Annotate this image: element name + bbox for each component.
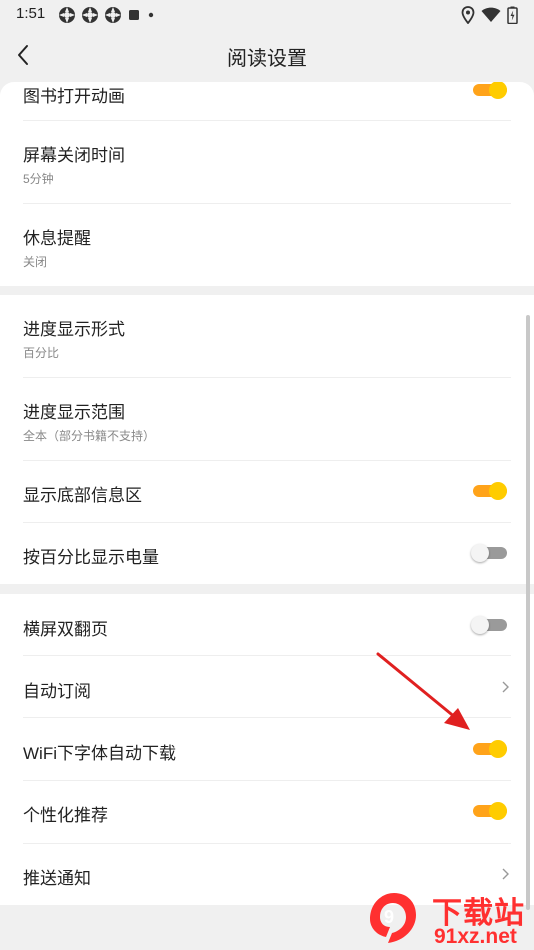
status-time: 1:51: [16, 5, 46, 22]
setting-title: 屏幕关闭时间: [23, 146, 125, 165]
toggle-knob: [489, 740, 507, 758]
page-title: 阅读设置: [227, 48, 307, 70]
setting-show-bottom-info[interactable]: 显示底部信息区: [0, 461, 534, 522]
settings-group-other: 横屏双翻页 自动订阅 WiFi下字体自动下载 个性化推荐 推送通知: [0, 594, 534, 905]
annotation-arrow-icon: [376, 652, 470, 730]
setting-rest-reminder[interactable]: 休息提醒 关闭: [0, 204, 534, 286]
settings-group-display: 图书打开动画 屏幕关闭时间 5分钟 休息提醒 关闭: [0, 82, 534, 286]
notification-icons: [58, 6, 156, 24]
status-bar: 1:51: [0, 0, 534, 30]
battery-icon: [507, 6, 518, 24]
setting-title: 进度显示范围: [23, 403, 125, 422]
setting-value: 全本（部分书籍不支持）: [23, 429, 156, 443]
setting-battery-percent[interactable]: 按百分比显示电量: [0, 523, 534, 584]
toggle-knob: [489, 482, 507, 500]
watermark-text-en: 91xz.net: [434, 925, 517, 948]
personalized-recommend-toggle[interactable]: [471, 800, 507, 822]
watermark: 9 下载站 91xz.net: [360, 885, 534, 950]
landscape-double-page-toggle[interactable]: [471, 614, 507, 636]
show-bottom-info-toggle[interactable]: [471, 480, 507, 502]
setting-title: 图书打开动画: [23, 87, 125, 106]
location-icon: [461, 6, 475, 24]
settings-group-progress: 进度显示形式 百分比 进度显示范围 全本（部分书籍不支持） 显示底部信息区 按百…: [0, 295, 534, 584]
toggle-knob: [471, 544, 489, 562]
chevron-right-icon: [502, 868, 509, 880]
setting-screen-off-time[interactable]: 屏幕关闭时间 5分钟: [0, 121, 534, 203]
dot-icon: [148, 12, 154, 18]
app-notification-icon: [59, 7, 75, 23]
square-notification-icon: [129, 10, 139, 20]
setting-value: 百分比: [23, 346, 60, 360]
setting-title: 进度显示形式: [23, 320, 125, 339]
setting-value: 关闭: [23, 255, 48, 269]
setting-title: 自动订阅: [23, 682, 91, 701]
setting-progress-range[interactable]: 进度显示范围 全本（部分书籍不支持）: [0, 378, 534, 460]
setting-title: 休息提醒: [23, 229, 91, 248]
battery-percent-toggle[interactable]: [471, 542, 507, 564]
toggle-knob: [489, 802, 507, 820]
setting-landscape-double-page[interactable]: 横屏双翻页: [0, 594, 534, 655]
watermark-logo-text: 9: [384, 907, 394, 927]
setting-personalized-recommend[interactable]: 个性化推荐: [0, 781, 534, 843]
setting-value: 5分钟: [23, 172, 54, 186]
scrollbar[interactable]: [526, 315, 530, 910]
app-notification-icon: [82, 7, 98, 23]
chevron-right-icon: [502, 681, 509, 693]
app-notification-icon: [105, 7, 121, 23]
wifi-font-download-toggle[interactable]: [471, 738, 507, 760]
toggle-knob: [489, 82, 507, 99]
toggle-knob: [471, 616, 489, 634]
setting-title: 推送通知: [23, 869, 91, 888]
setting-title: 显示底部信息区: [23, 486, 142, 505]
wifi-icon: [481, 7, 501, 22]
setting-book-open-animation[interactable]: 图书打开动画: [0, 82, 534, 120]
setting-title: 个性化推荐: [23, 806, 108, 825]
watermark-logo-icon: 9: [370, 893, 416, 943]
setting-title: WiFi下字体自动下载: [23, 744, 176, 763]
header: 阅读设置: [0, 30, 534, 80]
setting-title: 按百分比显示电量: [23, 548, 159, 567]
setting-title: 横屏双翻页: [23, 620, 108, 639]
book-open-animation-toggle[interactable]: [471, 82, 507, 101]
system-icons: [461, 6, 518, 24]
setting-progress-format[interactable]: 进度显示形式 百分比: [0, 295, 534, 377]
